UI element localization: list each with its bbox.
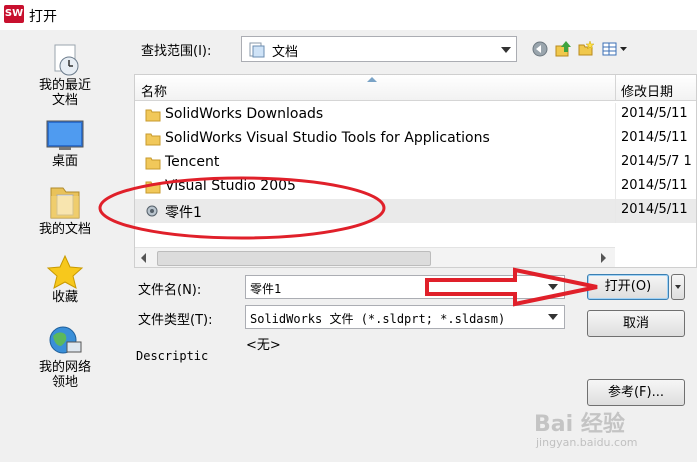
desktop-icon (46, 120, 84, 150)
folder-icon (145, 157, 161, 170)
filename-value: 零件1 (250, 282, 282, 296)
cancel-button[interactable]: 取消 (587, 310, 685, 337)
recent-documents-icon (54, 44, 79, 76)
file-date: 2014/5/11 (621, 130, 688, 145)
view-menu-icon[interactable] (601, 40, 629, 58)
column-header-date-wrap[interactable]: 修改日期 (615, 75, 696, 100)
description-label: Descriptic (136, 349, 209, 363)
scroll-left-icon[interactable] (141, 253, 146, 263)
watermark-sub: jingyan.baidu.com (536, 436, 638, 449)
my-documents-icon (50, 187, 80, 219)
filetype-dropdown[interactable]: SolidWorks 文件 (*.sldprt; *.sldasm) (245, 305, 565, 329)
chevron-down-icon (548, 314, 558, 320)
configuration-none-label: <无> (246, 338, 281, 353)
filetype-value: SolidWorks 文件 (*.sldprt; *.sldasm) (250, 312, 506, 326)
place-label-desktop: 桌面 (51, 154, 78, 169)
place-label-network: 我的网络领地 (38, 360, 91, 390)
lookin-dropdown[interactable]: 文档 (241, 36, 517, 62)
new-folder-icon[interactable] (577, 40, 595, 58)
list-item[interactable]: SolidWorks Downloads 2014/5/11 (135, 103, 696, 127)
open-options-button[interactable] (671, 274, 685, 300)
place-label-recent: 我的最近文档 (38, 78, 91, 108)
file-name: Visual Studio 2005 (165, 178, 296, 194)
favorites-star-icon (46, 254, 84, 289)
lookin-value: 文档 (272, 45, 299, 60)
list-item[interactable]: Tencent 2014/5/7 1 (135, 151, 696, 175)
place-network[interactable]: 我的网络领地 (20, 324, 110, 390)
place-desktop[interactable]: 桌面 (20, 118, 110, 169)
network-places-icon (49, 326, 82, 354)
title-bar: SW 打开 (0, 0, 697, 30)
file-date: 2014/5/11 (621, 178, 688, 193)
chevron-down-icon (675, 285, 681, 289)
folder-icon (145, 133, 161, 146)
chevron-down-icon[interactable] (548, 284, 558, 290)
column-header-name[interactable]: 名称 (141, 81, 167, 100)
scroll-right-icon[interactable] (601, 253, 606, 263)
lookin-label: 查找范围(I): (141, 44, 212, 59)
baidu-watermark: Bai 经验 jingyan.baidu.com (520, 400, 690, 460)
list-item[interactable]: Visual Studio 2005 2014/5/11 (135, 175, 696, 199)
place-recent-documents[interactable]: 我的最近文档 (20, 42, 110, 108)
file-name: Tencent (165, 154, 220, 170)
chevron-down-icon (501, 47, 511, 53)
places-bar: 我的最近文档 桌面 我的文档 收藏 我的网络领地 (0, 30, 130, 462)
file-list-header: 名称 修改日期 (135, 75, 696, 101)
filetype-label: 文件类型(T): (138, 313, 213, 328)
column-header-date: 修改日期 (621, 85, 674, 100)
folder-icon (145, 181, 161, 194)
window-title: 打开 (29, 9, 57, 25)
file-name: SolidWorks Downloads (165, 106, 324, 122)
solidworks-part-icon (146, 205, 158, 217)
file-date: 2014/5/11 (621, 106, 688, 121)
watermark-main: Bai 经验 (534, 412, 625, 437)
list-item[interactable]: SolidWorks Visual Studio Tools for Appli… (135, 127, 696, 151)
documents-library-icon (249, 42, 265, 58)
scroll-thumb[interactable] (157, 251, 431, 266)
back-icon[interactable] (531, 40, 549, 58)
file-date: 2014/5/11 (621, 202, 688, 217)
place-my-documents[interactable]: 我的文档 (20, 182, 110, 237)
open-button[interactable]: 打开(O) (587, 274, 669, 300)
filename-label: 文件名(N): (138, 283, 202, 298)
file-date: 2014/5/7 1 (621, 154, 692, 169)
place-label-my-documents: 我的文档 (38, 222, 91, 237)
up-folder-icon[interactable] (554, 40, 572, 58)
file-name: 零件1 (165, 205, 202, 221)
sort-ascending-icon (367, 77, 377, 82)
place-label-favorites: 收藏 (51, 290, 78, 305)
horizontal-scrollbar[interactable] (135, 247, 615, 267)
folder-icon (145, 109, 161, 122)
list-item-selected[interactable]: 零件1 2014/5/11 (135, 199, 696, 223)
file-name: SolidWorks Visual Studio Tools for Appli… (165, 130, 490, 146)
place-favorites[interactable]: 收藏 (20, 254, 110, 305)
filename-input[interactable]: 零件1 (245, 275, 565, 299)
file-list[interactable]: 名称 修改日期 SolidWorks Downloads 2014/5/11 S… (134, 74, 697, 268)
solidworks-app-icon: SW (4, 5, 24, 23)
